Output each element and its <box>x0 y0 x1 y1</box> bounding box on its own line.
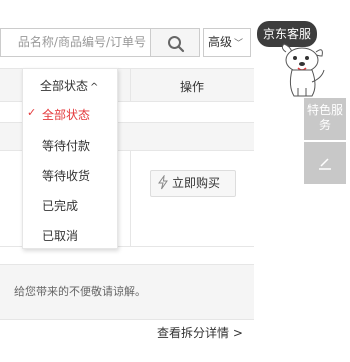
action-column-header: 操作 <box>180 80 205 94</box>
advanced-search-button[interactable]: 高级 ﹀ <box>203 28 251 57</box>
status-option-all[interactable]: 全部状态 <box>42 106 90 123</box>
checkmark-icon: ✓ <box>27 106 37 119</box>
search-button[interactable] <box>150 28 200 57</box>
buy-now-label: 立即购买 <box>172 176 221 190</box>
feedback-tab[interactable] <box>304 142 346 184</box>
lightning-icon <box>158 174 168 190</box>
notice-text: 给您带来的不便敬请谅解。 <box>14 285 146 298</box>
joy-dog-mascot-icon[interactable] <box>278 42 328 100</box>
status-option-completed[interactable]: 已完成 <box>42 197 78 214</box>
status-filter-toggle[interactable]: 全部状态 ^ <box>40 77 98 94</box>
special-service-tab[interactable]: 特色服务 <box>304 98 346 140</box>
split-detail-link[interactable]: 查看拆分详情 > <box>157 324 243 341</box>
search-input[interactable]: 品名称/商品编号/订单号 <box>0 28 150 57</box>
search-placeholder: 品名称/商品编号/订单号 <box>17 35 146 49</box>
status-option-pending-receipt[interactable]: 等待收货 <box>42 167 90 184</box>
chevron-down-icon: ﹀ <box>234 39 244 49</box>
status-filter-label: 全部状态 <box>40 79 89 93</box>
status-dropdown-menu <box>22 68 118 249</box>
status-option-cancelled[interactable]: 已取消 <box>42 227 78 244</box>
order-column-divider <box>130 151 131 246</box>
buy-now-button[interactable]: 立即购买 <box>150 170 236 197</box>
column-divider <box>130 68 131 102</box>
chevron-up-icon: ^ <box>90 82 99 93</box>
status-option-pending-payment[interactable]: 等待付款 <box>42 137 90 154</box>
pencil-icon <box>319 158 331 170</box>
advanced-label: 高级 <box>208 35 233 49</box>
search-icon <box>168 36 185 53</box>
